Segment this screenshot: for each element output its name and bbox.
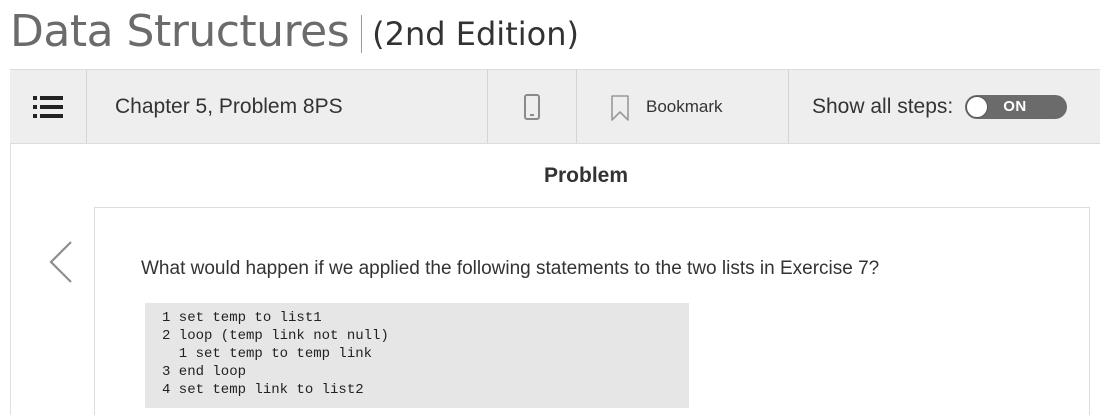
problem-toolbar: Chapter 5, Problem 8PS Bookmark Show all… <box>10 69 1100 144</box>
book-title: Data Structures (2nd Edition) <box>10 0 579 62</box>
mobile-phone-icon <box>524 93 540 120</box>
chapter-label: Chapter 5, Problem 8PS <box>115 94 343 118</box>
menu-button[interactable] <box>10 70 87 143</box>
show-all-steps-control: Show all steps: ON <box>789 70 1100 143</box>
code-line: 1 set temp to temp link <box>162 346 373 362</box>
code-line: 4 set temp link to list2 <box>162 382 364 398</box>
show-steps-label: Show all steps: <box>812 94 954 118</box>
problem-statement: What would happen if we applied the foll… <box>141 258 880 279</box>
list-menu-icon <box>33 95 63 118</box>
code-line: 2 loop (temp link not null) <box>162 328 389 344</box>
mobile-view-button[interactable] <box>488 70 577 143</box>
show-steps-toggle[interactable]: ON <box>965 94 1068 119</box>
bookmark-icon <box>611 94 629 121</box>
book-name: Data Structures <box>10 5 350 57</box>
bookmark-button[interactable]: Bookmark <box>577 70 789 143</box>
code-block: 1 set temp to list1 2 loop (temp link no… <box>145 303 689 408</box>
problem-card: What would happen if we applied the foll… <box>94 207 1090 415</box>
toggle-knob <box>966 95 989 118</box>
problem-heading: Problem <box>544 164 629 187</box>
chevron-left-icon[interactable] <box>47 239 75 285</box>
code-line: 1 set temp to list1 <box>162 310 322 326</box>
chapter-selector[interactable]: Chapter 5, Problem 8PS <box>87 70 488 143</box>
title-divider <box>361 15 363 53</box>
toggle-state-label: ON <box>1003 97 1027 115</box>
code-line: 3 end loop <box>162 364 247 380</box>
book-edition: (2nd Edition) <box>372 15 579 53</box>
problem-content: Problem What would happen if we applied … <box>10 144 1100 415</box>
bookmark-label: Bookmark <box>646 96 723 116</box>
